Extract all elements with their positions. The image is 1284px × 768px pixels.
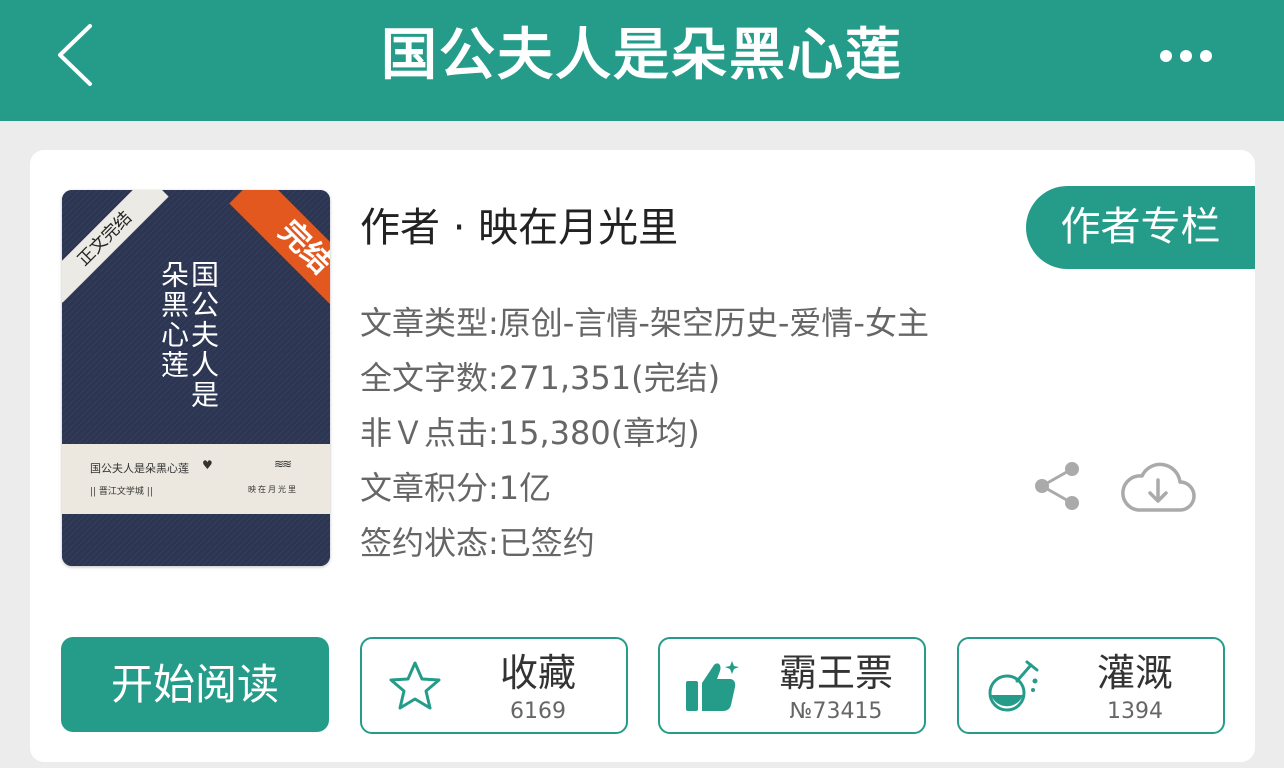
waves-icon: ≋≋	[274, 457, 292, 471]
book-info-list: 文章类型:原创-言情-架空历史-爱情-女主 全文字数:271,351(完结) 非…	[360, 298, 929, 573]
star-icon	[389, 661, 441, 710]
author-column-button[interactable]: 作者专栏	[1026, 186, 1255, 269]
info-clicks: 非Ｖ点击:15,380(章均)	[360, 414, 700, 452]
cover-band-publisher: || 晋江文学城 ||	[90, 487, 153, 497]
top-bar: 国公夫人是朵黑心莲	[0, 0, 1284, 121]
more-horizontal-icon[interactable]	[1158, 40, 1214, 72]
share-icon[interactable]	[1032, 460, 1082, 512]
info-score: 文章积分:1亿	[360, 469, 552, 507]
water-button[interactable]: 灌溉 1394	[957, 637, 1225, 734]
vote-button[interactable]: 霸王票 №73415	[658, 637, 926, 734]
vote-count: №73415	[789, 699, 883, 724]
book-card: 国公夫人是朵黑心莲 正文完结 完结 国公夫人是朵黑心莲 ♥ ≋≋ || 晋江文学…	[30, 150, 1255, 762]
favorite-count: 6169	[510, 699, 566, 724]
start-reading-button[interactable]: 开始阅读	[61, 637, 329, 732]
book-cover[interactable]: 国公夫人是朵黑心莲 正文完结 完结 国公夫人是朵黑心莲 ♥ ≋≋ || 晋江文学…	[62, 190, 330, 566]
page-title: 国公夫人是朵黑心莲	[381, 23, 903, 88]
info-contract-status: 签约状态:已签约	[360, 524, 595, 562]
thumbs-up-icon	[686, 661, 739, 711]
cover-band-title: 国公夫人是朵黑心莲	[90, 462, 189, 475]
cover-band-author: 映在月光里	[248, 485, 298, 494]
author-line[interactable]: 作者 · 映在月光里	[360, 198, 678, 258]
flask-icon	[988, 660, 1039, 712]
heart-icon: ♥	[202, 458, 213, 472]
info-genre: 文章类型:原创-言情-架空历史-爱情-女主	[360, 304, 929, 342]
water-label: 灌溉	[1096, 651, 1173, 695]
favorite-button[interactable]: 收藏 6169	[360, 637, 628, 734]
vote-label: 霸王票	[778, 651, 893, 695]
cover-band: 国公夫人是朵黑心莲 ♥ ≋≋ || 晋江文学城 || 映在月光里	[62, 444, 330, 514]
info-word-count: 全文字数:271,351(完结)	[360, 359, 721, 397]
cover-title: 国公夫人是朵黑心莲	[157, 260, 220, 410]
water-count: 1394	[1107, 699, 1163, 724]
favorite-label: 收藏	[499, 651, 576, 695]
cloud-download-icon[interactable]	[1120, 456, 1196, 514]
